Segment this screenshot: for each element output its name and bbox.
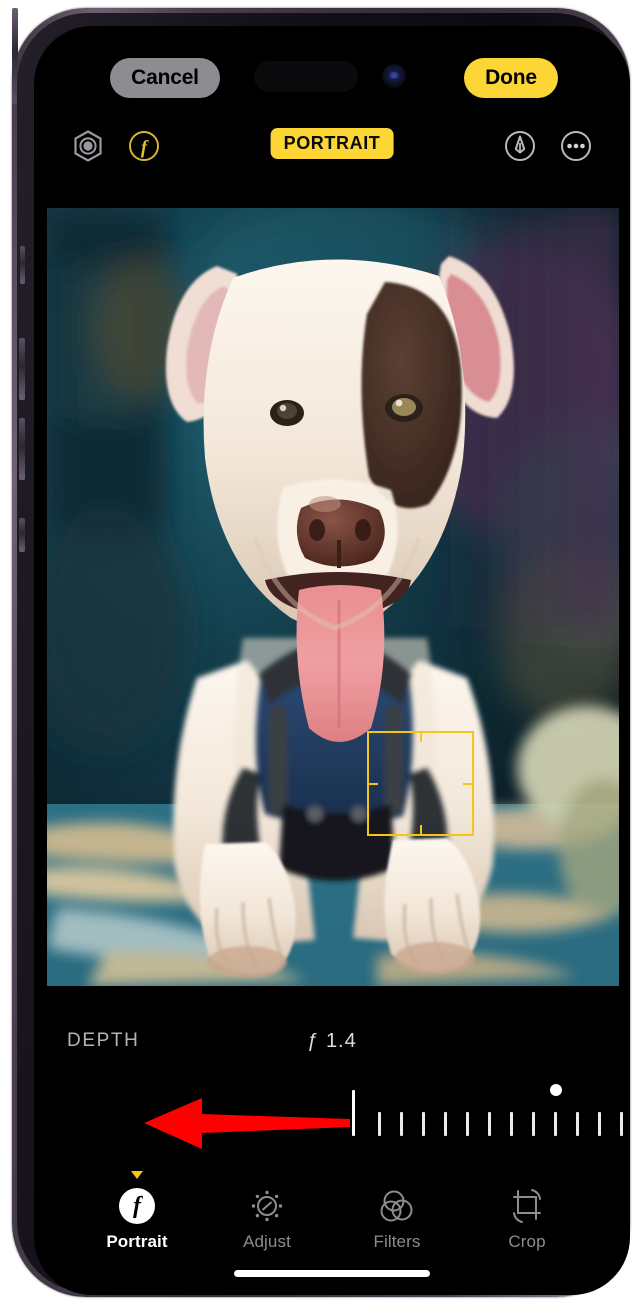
slider-tick: [422, 1112, 425, 1136]
depth-header: DEPTH ƒ 1.4: [34, 1030, 630, 1064]
slider-tick: [532, 1112, 535, 1136]
slider-tick: [378, 1112, 381, 1136]
adjust-dial-icon: [248, 1185, 286, 1227]
phone-frame: Cancel Done f PORTRAIT DEPTH ƒ 1.4 f Por…: [12, 8, 630, 1297]
dynamic-island: [254, 61, 358, 92]
tab-filters-label: Filters: [373, 1232, 421, 1251]
slider-tick: [510, 1112, 513, 1136]
slider-tick: [400, 1112, 403, 1136]
tab-filters[interactable]: Filters: [360, 1171, 434, 1252]
focus-tick-bottom: [419, 825, 422, 836]
aperture-f-icon[interactable]: f: [122, 124, 166, 168]
volume-down-button[interactable]: [19, 418, 25, 480]
editor-top-bar: Cancel Done: [34, 58, 630, 116]
slider-tick: [554, 1112, 557, 1136]
tab-adjust-label: Adjust: [243, 1232, 291, 1251]
filters-circles-icon: [378, 1185, 416, 1227]
depth-label: DEPTH: [67, 1030, 140, 1051]
done-button[interactable]: Done: [464, 58, 558, 98]
tab-adjust[interactable]: Adjust: [230, 1171, 304, 1252]
dog-portrait-photo: [47, 208, 619, 986]
screenshot-stage: Cancel Done f PORTRAIT DEPTH ƒ 1.4 f Por…: [0, 0, 642, 1305]
slider-tick: [444, 1112, 447, 1136]
cancel-button[interactable]: Cancel: [110, 58, 220, 98]
volume-up-button[interactable]: [19, 338, 25, 400]
depth-aperture-value: ƒ 1.4: [307, 1030, 357, 1052]
red-left-arrow-annotation: [144, 1098, 350, 1149]
focus-tick-top: [419, 731, 422, 742]
subject-focus-rectangle: [367, 731, 474, 836]
tab-portrait[interactable]: f Portrait: [100, 1171, 174, 1252]
tab-crop-label: Crop: [508, 1232, 546, 1251]
slider-default-dot: [550, 1084, 562, 1096]
editor-tab-bar: f Portrait Adjust Filters Crop: [34, 1171, 630, 1261]
photo-canvas[interactable]: [47, 208, 619, 986]
crop-rotate-icon: [508, 1185, 546, 1227]
markup-pen-icon[interactable]: [498, 124, 542, 168]
action-button[interactable]: [19, 518, 25, 552]
focus-tick-right: [463, 782, 474, 785]
editor-tool-row: f PORTRAIT: [34, 124, 630, 184]
slider-tick: [488, 1112, 491, 1136]
slider-tick: [598, 1112, 601, 1136]
front-camera-icon: [382, 64, 406, 88]
focus-tick-left: [367, 782, 378, 785]
more-options-icon[interactable]: [554, 124, 598, 168]
slider-tick: [352, 1090, 355, 1136]
tab-crop[interactable]: Crop: [490, 1171, 564, 1252]
portrait-mode-badge[interactable]: PORTRAIT: [270, 128, 394, 159]
slider-tick: [576, 1112, 579, 1136]
tab-portrait-label: Portrait: [106, 1232, 168, 1251]
hdr-lens-icon[interactable]: [66, 124, 110, 168]
silent-switch[interactable]: [20, 246, 25, 284]
active-tab-marker: [131, 1171, 143, 1179]
portrait-f-icon: f: [119, 1185, 155, 1227]
slider-tick: [620, 1112, 623, 1136]
home-indicator[interactable]: [234, 1270, 430, 1277]
phone-screen: Cancel Done f PORTRAIT DEPTH ƒ 1.4 f Por…: [34, 26, 630, 1295]
svg-text:f: f: [141, 138, 149, 159]
slider-tick: [466, 1112, 469, 1136]
